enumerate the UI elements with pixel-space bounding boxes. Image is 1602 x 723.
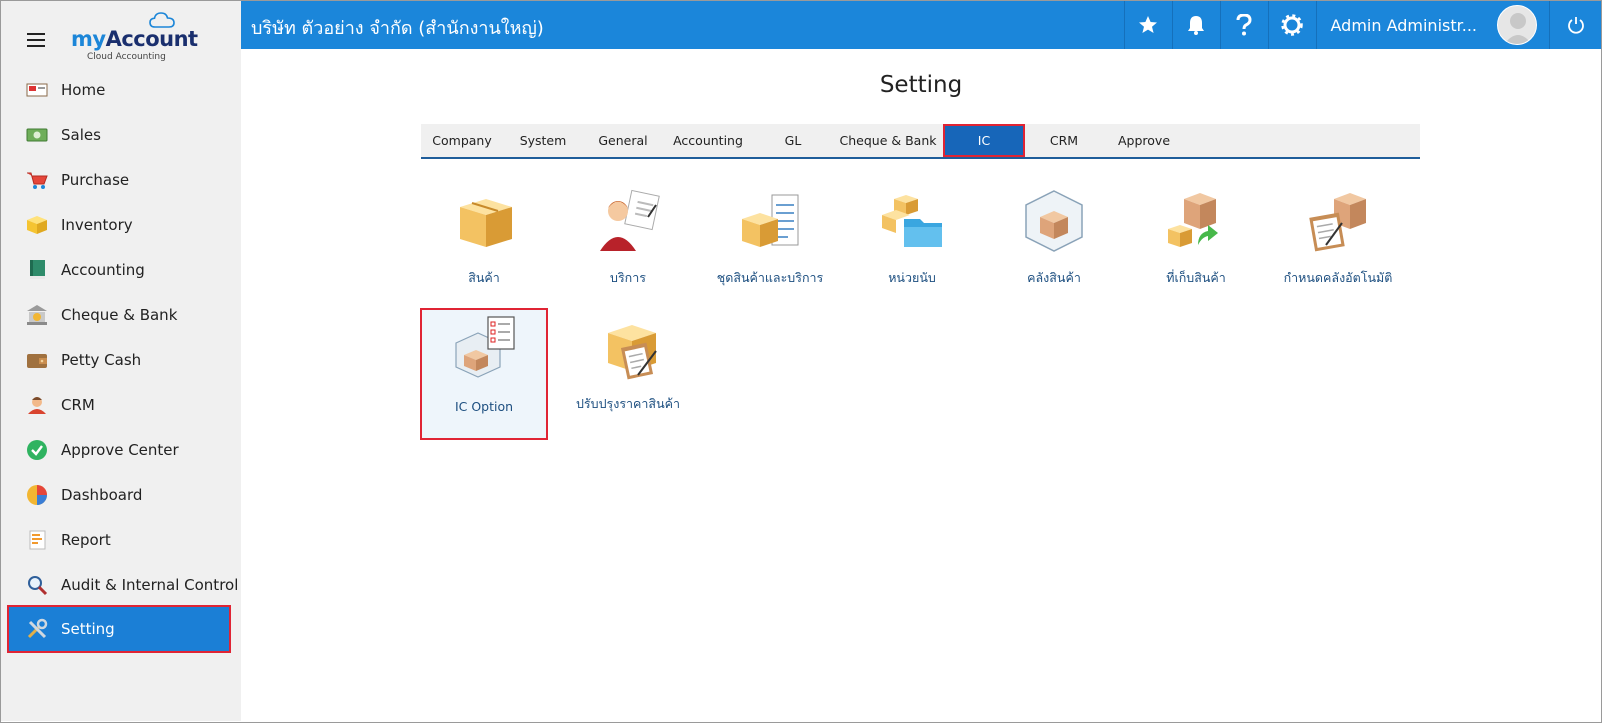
- sidebar-item-label: Sales: [61, 125, 101, 144]
- tile-storage-location[interactable]: ที่เก็บสินค้า: [1133, 183, 1259, 313]
- sidebar-item-crm[interactable]: CRM: [1, 382, 241, 427]
- tile-service[interactable]: บริการ: [565, 183, 691, 313]
- sidebar-item-label: Cheque & Bank: [61, 305, 178, 324]
- setting-tabs: Company System General Accounting GL Che…: [421, 124, 1420, 159]
- tab-crm[interactable]: CRM: [1025, 124, 1103, 157]
- tab-system[interactable]: System: [503, 124, 583, 157]
- star-icon: [1139, 16, 1157, 33]
- sidebar: myAccount Cloud Accounting Home Sales Pu…: [1, 1, 241, 721]
- service-person-icon: [600, 189, 660, 251]
- sidebar-item-report[interactable]: Report: [1, 517, 241, 562]
- brand-name: myAccount: [71, 27, 198, 51]
- bell-icon: [1188, 16, 1204, 35]
- sidebar-item-label: Report: [61, 530, 111, 549]
- settings-button[interactable]: [1267, 1, 1316, 49]
- sidebar-item-label: CRM: [61, 395, 95, 414]
- bank-icon: [25, 303, 49, 327]
- tab-general[interactable]: General: [583, 124, 663, 157]
- sidebar-item-home[interactable]: Home: [1, 67, 241, 112]
- sidebar-item-label: Audit & Internal Control: [61, 575, 239, 594]
- sidebar-item-sales[interactable]: Sales: [1, 112, 241, 157]
- box-icon: [25, 213, 49, 237]
- report-icon: [25, 528, 49, 552]
- hamburger-menu-icon[interactable]: [27, 33, 45, 47]
- company-name[interactable]: บริษัท ตัวอย่าง จำกัด (สำนักงานใหญ่): [251, 13, 544, 42]
- tab-company[interactable]: Company: [421, 124, 503, 157]
- notifications-button[interactable]: [1171, 1, 1220, 49]
- sidebar-item-label: Setting: [61, 620, 115, 638]
- power-icon: [1567, 17, 1584, 34]
- price-adjust-icon: [608, 325, 657, 380]
- gear-icon: [1281, 14, 1303, 36]
- sidebar-item-label: Approve Center: [61, 440, 179, 459]
- sidebar-item-label: Dashboard: [61, 485, 143, 504]
- ic-option-checklist-icon: [455, 316, 515, 378]
- tile-price-adjust[interactable]: ปรับปรุงราคาสินค้า: [565, 309, 691, 439]
- user-name: Admin Administr...: [1330, 15, 1478, 35]
- tile-ic-option[interactable]: IC Option: [420, 308, 548, 440]
- tile-label: ปรับปรุงราคาสินค้า: [575, 396, 680, 411]
- tile-warehouse[interactable]: คลังสินค้า: [991, 183, 1117, 313]
- sidebar-item-petty-cash[interactable]: Petty Cash: [1, 337, 241, 382]
- storage-location-icon: [1168, 193, 1218, 247]
- tile-auto-warehouse[interactable]: กำหนดคลังอัตโนมัติ: [1275, 183, 1401, 313]
- pie-chart-icon: [25, 483, 49, 507]
- check-circle-icon: [25, 438, 49, 462]
- sidebar-item-label: Accounting: [61, 260, 145, 279]
- product-set-icon: [742, 194, 799, 247]
- product-boxes-icon: [460, 199, 512, 247]
- tile-product[interactable]: สินค้า: [421, 183, 547, 313]
- favorites-button[interactable]: [1123, 1, 1172, 49]
- top-bar-actions: Admin Administr...: [1123, 1, 1602, 49]
- sidebar-item-audit-internal-control[interactable]: Audit & Internal Control: [1, 562, 241, 607]
- sidebar-item-inventory[interactable]: Inventory: [1, 202, 241, 247]
- tile-product-set[interactable]: ชุดสินค้าและบริการ: [707, 183, 833, 313]
- sidebar-item-approve-center[interactable]: Approve Center: [1, 427, 241, 472]
- tile-unit[interactable]: หน่วยนับ: [849, 183, 975, 313]
- sidebar-item-label: Petty Cash: [61, 350, 142, 369]
- tile-label: IC Option: [454, 399, 514, 414]
- cart-icon: [25, 168, 49, 192]
- sidebar-item-label: Inventory: [61, 215, 133, 234]
- avatar: [1497, 5, 1537, 45]
- help-button[interactable]: [1219, 1, 1268, 49]
- sidebar-item-setting[interactable]: Setting: [7, 605, 231, 653]
- sidebar-item-cheque-bank[interactable]: Cheque & Bank: [1, 292, 241, 337]
- user-menu[interactable]: Admin Administr...: [1315, 1, 1550, 49]
- unit-folder-icon: [882, 195, 942, 247]
- tools-icon: [25, 617, 49, 641]
- home-icon: [25, 78, 49, 102]
- tile-label: กำหนดคลังอัตโนมัติ: [1283, 270, 1393, 285]
- people-icon: [25, 393, 49, 417]
- magnifier-icon: [25, 573, 49, 597]
- sidebar-nav: Home Sales Purchase Inventory Accounting…: [1, 67, 241, 653]
- sidebar-item-label: Purchase: [61, 170, 130, 189]
- wallet-icon: [25, 348, 49, 372]
- tab-gl[interactable]: GL: [753, 124, 833, 157]
- sidebar-item-purchase[interactable]: Purchase: [1, 157, 241, 202]
- tab-accounting[interactable]: Accounting: [663, 124, 753, 157]
- auto-warehouse-icon: [1309, 193, 1366, 252]
- tab-cheque-bank[interactable]: Cheque & Bank: [833, 124, 943, 157]
- help-icon: [1236, 14, 1252, 36]
- logout-button[interactable]: [1549, 1, 1601, 49]
- brand-subtitle: Cloud Accounting: [87, 52, 166, 62]
- tab-ic[interactable]: IC: [943, 124, 1025, 157]
- logo-area: myAccount Cloud Accounting: [1, 1, 241, 67]
- sidebar-item-accounting[interactable]: Accounting: [1, 247, 241, 292]
- book-icon: [25, 258, 49, 282]
- top-bar: บริษัท ตัวอย่าง จำกัด (สำนักงานใหญ่) Adm…: [241, 1, 1601, 49]
- warehouse-icon: [1025, 190, 1083, 252]
- app-logo[interactable]: myAccount Cloud Accounting: [71, 11, 198, 63]
- page-title: Setting: [879, 72, 963, 98]
- sidebar-item-label: Home: [61, 80, 106, 99]
- money-icon: [25, 123, 49, 147]
- tab-approve[interactable]: Approve: [1103, 124, 1185, 157]
- sidebar-item-dashboard[interactable]: Dashboard: [1, 472, 241, 517]
- tile-label: สินค้า: [468, 270, 500, 285]
